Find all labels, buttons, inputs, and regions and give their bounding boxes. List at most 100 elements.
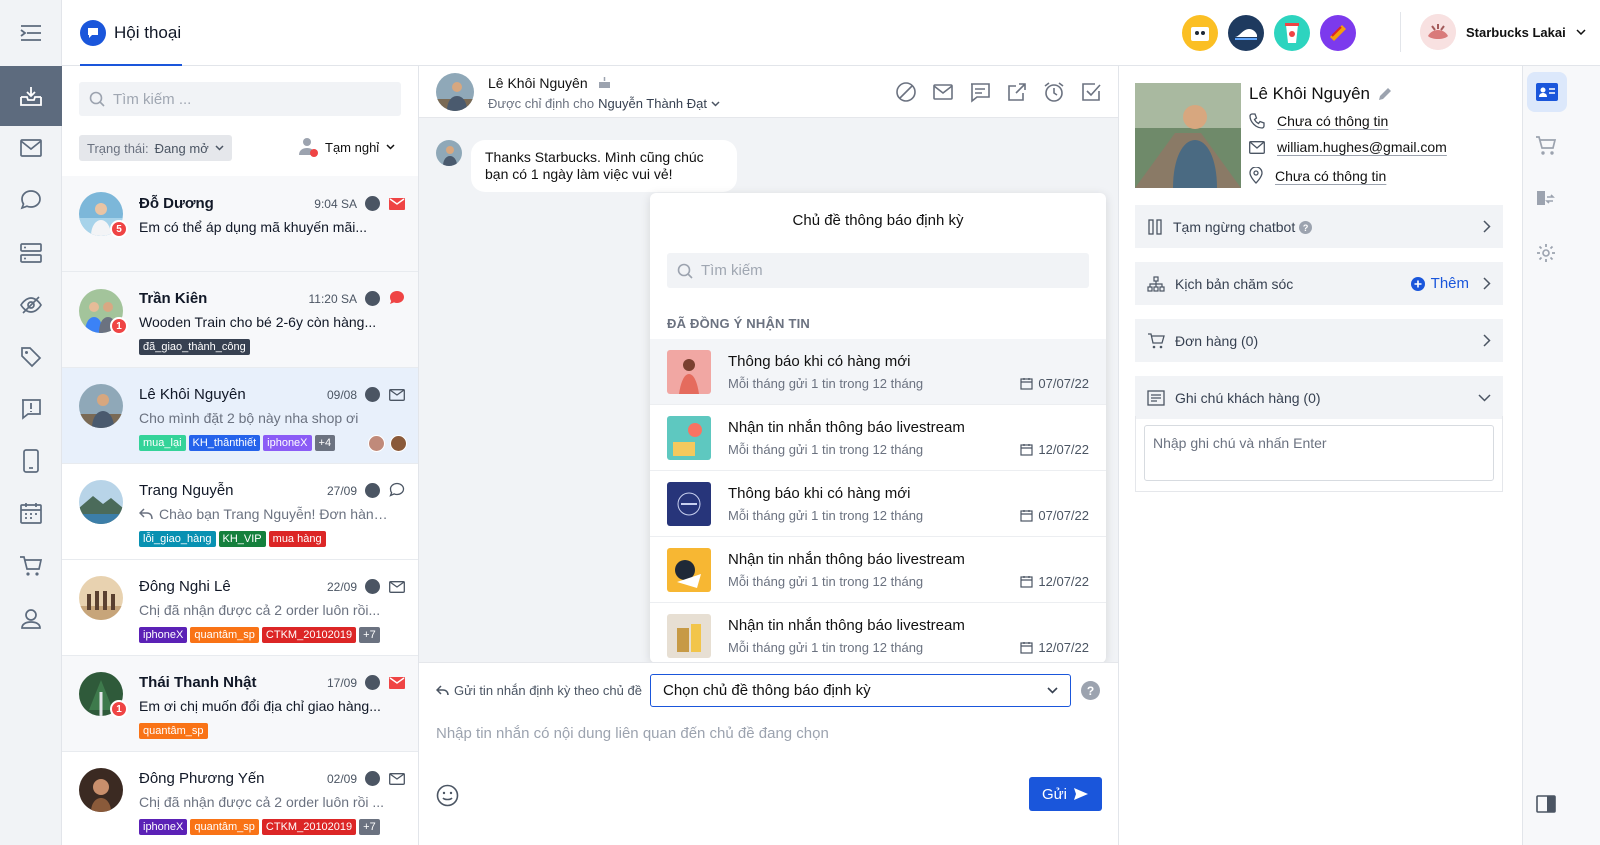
care-script-label: Kịch bản chăm sóc: [1175, 275, 1294, 292]
page-avatar-3[interactable]: [1274, 15, 1310, 51]
send-button[interactable]: Gửi: [1029, 777, 1102, 811]
nav-hidden[interactable]: [0, 278, 62, 332]
facebook-icon: [365, 387, 380, 402]
nav-cart[interactable]: [0, 539, 62, 593]
conversation-row[interactable]: 1 Thái Thanh Nhật 17/09 Em ơi chị muốn đ…: [62, 656, 418, 752]
topic-item[interactable]: Nhận tin nhắn thông báo livestream Mỗi t…: [650, 603, 1106, 663]
conversation-row[interactable]: Đông Nghi Lê 22/09 Chị đã nhận được cả 2…: [62, 560, 418, 656]
message-input[interactable]: [436, 725, 1096, 765]
page-avatar-4[interactable]: [1320, 15, 1356, 51]
tag-more[interactable]: +7: [359, 627, 380, 643]
nav-mobile[interactable]: [0, 434, 62, 488]
nav-inbox[interactable]: [0, 66, 62, 126]
away-status-toggle[interactable]: Tạm nghỉ: [298, 136, 395, 158]
conversation-row[interactable]: 5 Đỗ Dương 9:04 SA Em có thể áp dụng mã …: [62, 176, 418, 272]
assignee-name: Nguyễn Thành Đạt: [598, 96, 707, 111]
rail-cart[interactable]: [1523, 126, 1568, 166]
conversation-row[interactable]: Đông Phương Yến 02/09 Chị đã nhận được c…: [62, 752, 418, 845]
help-icon[interactable]: ?: [1081, 681, 1100, 700]
list-search-input[interactable]: [113, 90, 383, 108]
assignment-dropdown[interactable]: Được chỉ định cho Nguyễn Thành Đạt: [488, 96, 720, 111]
topic-select[interactable]: Chọn chủ đề thông báo định kỳ: [650, 674, 1071, 707]
facebook-icon: [365, 291, 380, 306]
tag: lỗi_giao_hàng: [139, 531, 216, 547]
cart-icon: [1148, 332, 1165, 348]
topic-date-text: 12/07/22: [1038, 442, 1089, 457]
alarm-clock-icon[interactable]: [1043, 81, 1065, 103]
tag-more[interactable]: +7: [359, 819, 380, 835]
edit-pencil-icon[interactable]: [1378, 87, 1392, 101]
tag: KH_VIP: [218, 531, 266, 547]
rail-contact-card[interactable]: [1527, 72, 1567, 112]
last-message: Chào bạn Trang Nguyễn! Đơn hàng...: [159, 506, 389, 522]
chevron-down-icon: [1576, 29, 1586, 35]
hierarchy-icon: [1147, 275, 1165, 292]
nav-calendar[interactable]: [0, 486, 62, 540]
rail-transfer[interactable]: [1523, 179, 1568, 219]
tag: iphoneX: [139, 819, 188, 835]
contact-name: Lê Khôi Nguyên: [488, 75, 588, 91]
external-link-icon[interactable]: [1006, 81, 1028, 103]
nav-agents[interactable]: [0, 591, 62, 645]
topic-thumbnail: [667, 614, 711, 658]
contact-name: Lê Khôi Nguyên: [139, 386, 246, 403]
conversation-row[interactable]: Lê Khôi Nguyên 09/08 Cho mình đặt 2 bộ n…: [62, 368, 418, 464]
nav-comments[interactable]: [0, 173, 62, 227]
customer-name: Lê Khôi Nguyên: [1249, 84, 1370, 103]
topic-item[interactable]: Thông báo khi có hàng mới Mỗi tháng gửi …: [650, 471, 1106, 537]
popup-search-input[interactable]: [701, 262, 1081, 279]
conversation-row[interactable]: 1 Trần Kiên 11:20 SA Wooden Train cho bé…: [62, 272, 418, 368]
send-label: Gửi: [1041, 785, 1068, 803]
check-square-icon[interactable]: [1080, 81, 1102, 103]
add-script-button[interactable]: Thêm: [1410, 275, 1469, 292]
comment-icon[interactable]: [969, 81, 991, 103]
pause-chatbot-row[interactable]: Tạm ngừng chatbot ?: [1135, 205, 1503, 248]
care-script-row[interactable]: Kịch bản chăm sóc Thêm: [1135, 262, 1503, 305]
nav-list[interactable]: [0, 226, 62, 280]
popup-search[interactable]: [667, 253, 1089, 288]
tab-conversations[interactable]: Hội thoại: [80, 0, 182, 66]
customer-phone[interactable]: Chưa có thông tin: [1249, 113, 1388, 129]
location-pin-icon: [1249, 167, 1263, 184]
menu-toggle-icon[interactable]: [0, 0, 62, 66]
popup-title: Chủ đề thông báo định kỳ: [792, 212, 964, 229]
status-filter[interactable]: Trạng thái: Đang mở: [79, 135, 232, 161]
block-icon[interactable]: [895, 81, 917, 103]
notes-row[interactable]: Ghi chú khách hàng (0): [1135, 376, 1503, 419]
customer-address[interactable]: Chưa có thông tin: [1249, 167, 1386, 184]
mail-outline-icon: [389, 389, 405, 401]
topic-item[interactable]: Nhận tin nhắn thông báo livestream Mỗi t…: [650, 537, 1106, 603]
mail-icon[interactable]: [932, 81, 954, 103]
compose-mode-toggle[interactable]: Gửi tin nhắn định kỳ theo chủ đề: [436, 683, 642, 698]
list-search[interactable]: [79, 82, 401, 116]
rail-settings[interactable]: [1523, 233, 1568, 273]
customer-email[interactable]: william.hughes@gmail.com: [1249, 139, 1447, 155]
topic-item[interactable]: Thông báo khi có hàng mới Mỗi tháng gửi …: [650, 339, 1106, 405]
incoming-message: Thanks Starbucks. Mình cũng chúc bạn có …: [471, 140, 737, 192]
rail-collapse[interactable]: [1523, 784, 1568, 824]
nav-reports[interactable]: [0, 382, 62, 436]
nav-tags[interactable]: [0, 330, 62, 384]
mobile-icon: [23, 449, 39, 473]
topic-item[interactable]: Nhận tin nhắn thông báo livestream Mỗi t…: [650, 405, 1106, 471]
help-icon[interactable]: ?: [1299, 221, 1313, 234]
last-message: Cho mình đặt 2 bộ này nha shop ơi: [139, 410, 359, 426]
page-avatar-2[interactable]: [1228, 15, 1264, 51]
nav-mail[interactable]: [0, 121, 62, 175]
emoji-icon[interactable]: [436, 784, 459, 807]
tag-list: quantâm_sp: [139, 723, 208, 739]
mail-outline-icon: [389, 773, 405, 785]
unread-count: 1: [110, 700, 128, 718]
tag: mua hàng: [268, 531, 326, 547]
pause-chatbot-label: Tạm ngừng chatbot ?: [1173, 219, 1473, 235]
tag: quantâm_sp: [139, 723, 208, 739]
tag-more[interactable]: +4: [314, 435, 336, 451]
message-time: 11:20 SA: [308, 292, 357, 306]
note-input[interactable]: [1144, 425, 1494, 481]
conversation-row[interactable]: Trang Nguyễn 27/09 Chào bạn Trang Nguyễn…: [62, 464, 418, 560]
birthday-cake-icon: [598, 77, 610, 88]
page-avatar-1[interactable]: [1182, 15, 1218, 51]
mail-icon: [1249, 140, 1265, 154]
orders-row[interactable]: Đơn hàng (0): [1135, 319, 1503, 362]
account-menu[interactable]: Starbucks Lakai: [1400, 12, 1586, 52]
